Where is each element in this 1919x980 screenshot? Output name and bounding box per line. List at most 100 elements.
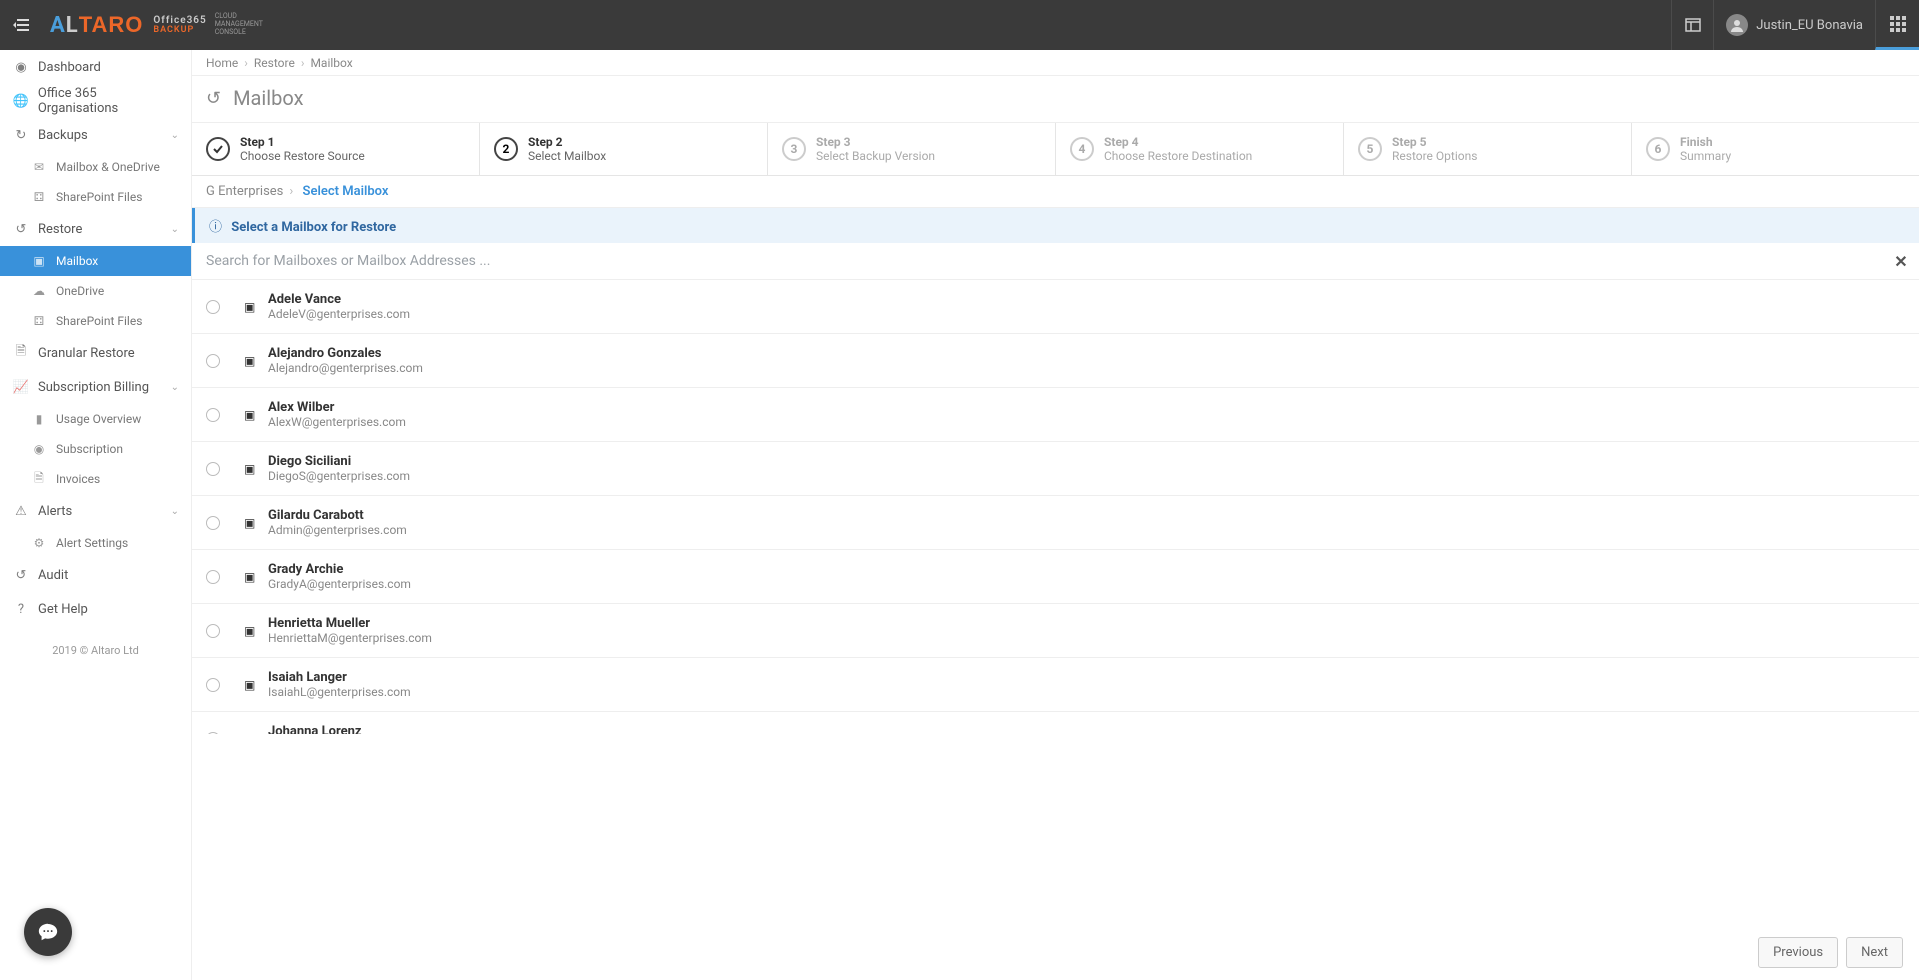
step-subtitle: Choose Restore Destination [1104, 149, 1252, 163]
sidebar-item-get-help[interactable]: ?Get Help [0, 592, 191, 626]
chevron-down-icon: ⌄ [171, 506, 179, 517]
step-subtitle: Select Mailbox [528, 149, 606, 163]
sidebar-item-label: Granular Restore [38, 346, 135, 361]
mailbox-name: Alejandro Gonzales [268, 346, 423, 361]
info-text: Select a Mailbox for Restore [231, 220, 396, 235]
sidebar-item-label: SharePoint Files [56, 190, 142, 204]
chat-button[interactable] [24, 908, 72, 956]
mailbox-row[interactable]: ▣Johanna LorenzJohannaL@genterprises.com [192, 712, 1919, 734]
mailbox-radio[interactable] [206, 354, 220, 368]
sidebar-item-dashboard[interactable]: ◉Dashboard [0, 50, 191, 84]
step-subtitle: Select Backup Version [816, 149, 935, 163]
user-menu[interactable]: Justin_EU Bonavia [1713, 0, 1875, 50]
step-2[interactable]: 2Step 2Select Mailbox [480, 123, 768, 175]
sidebar-item-usage-overview[interactable]: ▮Usage Overview [0, 404, 191, 434]
sidebar-item-backups[interactable]: ↻Backups⌄ [0, 118, 191, 152]
sidebar: ◉Dashboard🌐Office 365 Organisations↻Back… [0, 50, 192, 980]
sidebar-item-label: Subscription Billing [38, 380, 149, 395]
previous-button[interactable]: Previous [1758, 937, 1838, 968]
menu-toggle-button[interactable] [0, 0, 42, 50]
mailbox-row[interactable]: ▣Gilardu CarabottAdmin@genterprises.com [192, 496, 1919, 550]
sidebar-item-label: Audit [38, 568, 68, 583]
main-content: Home› Restore› Mailbox ↺ Mailbox Step 1C… [192, 50, 1919, 980]
crumb-home[interactable]: Home [206, 56, 238, 70]
sidebar-item-alerts[interactable]: ⚠Alerts⌄ [0, 494, 191, 528]
address-card-icon: ▣ [244, 678, 258, 692]
chevron-down-icon: ⌄ [171, 130, 179, 141]
mailbox-radio[interactable] [206, 462, 220, 476]
chevron-down-icon: ⌄ [171, 382, 179, 393]
mailbox-row[interactable]: ▣Grady ArchieGradyA@genterprises.com [192, 550, 1919, 604]
mailbox-email: Admin@genterprises.com [268, 523, 407, 537]
sub-current: Select Mailbox [303, 184, 389, 199]
sidebar-item-mailbox-onedrive[interactable]: ✉Mailbox & OneDrive [0, 152, 191, 182]
sidebar-item-label: Backups [38, 128, 88, 143]
apps-button[interactable] [1875, 0, 1919, 50]
search-clear-button[interactable]: ✕ [1883, 243, 1919, 279]
mailbox-email: Alejandro@genterprises.com [268, 361, 423, 375]
mailbox-row[interactable]: ▣Alejandro GonzalesAlejandro@genterprise… [192, 334, 1919, 388]
mailbox-name: Adele Vance [268, 292, 410, 307]
step-title: Step 4 [1104, 135, 1252, 149]
step-subtitle: Summary [1680, 149, 1731, 163]
sidebar-item-label: Subscription [56, 442, 123, 456]
mailbox-row[interactable]: ▣ Adele VanceAdeleV@genterprises.com [192, 280, 1919, 334]
step-subtitle: Choose Restore Source [240, 149, 365, 163]
mailbox-row[interactable]: ▣Isaiah LangerIsaiahL@genterprises.com [192, 658, 1919, 712]
sidebar-item-mailbox[interactable]: ▣Mailbox [0, 246, 191, 276]
sidebar-item-sharepoint-files[interactable]: ⚃SharePoint Files [0, 306, 191, 336]
undo-icon: ↺ [12, 222, 30, 237]
mailbox-list: ▣Adele VanceAdeleV@genterprises.com▣Alej… [192, 280, 1919, 734]
step-circle [206, 137, 230, 161]
sidebar-item-label: Office 365 Organisations [38, 86, 179, 116]
mailbox-email: AdeleV@genterprises.com [268, 307, 410, 321]
sidebar-item-subscription-billing[interactable]: 📈Subscription Billing⌄ [0, 370, 191, 404]
avatar [1726, 14, 1748, 36]
mailbox-radio[interactable] [206, 678, 220, 692]
chart-bar-icon: ▮ [30, 412, 48, 426]
info-banner: ⓘ Select a Mailbox for Restore [192, 208, 1919, 243]
page-title: Mailbox [233, 86, 303, 110]
apps-grid-icon [1890, 16, 1906, 32]
mailbox-row[interactable]: ▣Henrietta MuellerHenriettaM@genterprise… [192, 604, 1919, 658]
crumb-restore[interactable]: Restore [254, 56, 295, 70]
mailbox-icon: ✉ [30, 160, 48, 174]
sidebar-item-audit[interactable]: ↺ Audit [0, 558, 191, 592]
step-5: 5Step 5Restore Options [1344, 123, 1632, 175]
mailbox-row[interactable]: ▣Alex WilberAlexW@genterprises.com [192, 388, 1919, 442]
step-1[interactable]: Step 1Choose Restore Source [192, 123, 480, 175]
mailbox-email: HenriettaM@genterprises.com [268, 631, 432, 645]
mailbox-radio[interactable] [206, 624, 220, 638]
sidebar-item-invoices[interactable]: 🗎Invoices [0, 464, 191, 494]
next-button[interactable]: Next [1846, 937, 1903, 968]
address-card-icon: ▣ [244, 300, 258, 314]
sidebar-item-label: Get Help [38, 602, 88, 617]
gear-icon: ⚙ [30, 536, 48, 550]
undo-icon: ↺ [12, 568, 30, 583]
layout-button[interactable] [1671, 0, 1713, 50]
chevron-down-icon: ⌄ [171, 224, 179, 235]
sidebar-item-label: SharePoint Files [56, 314, 142, 328]
sidebar-item-subscription[interactable]: ◉Subscription [0, 434, 191, 464]
step-circle: 6 [1646, 137, 1670, 161]
org-name[interactable]: G Enterprises [206, 184, 283, 199]
logo: ALTARO Office365BACKUP CLOUDMANAGEMENTCO… [42, 0, 271, 50]
mailbox-radio[interactable] [206, 570, 220, 584]
sidebar-item-sharepoint-files[interactable]: ⚃SharePoint Files [0, 182, 191, 212]
mailbox-row[interactable]: ▣Diego SicilianiDiegoS@genterprises.com [192, 442, 1919, 496]
mailbox-name: Henrietta Mueller [268, 616, 432, 631]
search-input[interactable] [192, 243, 1883, 279]
sidebar-item-alert-settings[interactable]: ⚙Alert Settings [0, 528, 191, 558]
sidebar-item-restore[interactable]: ↺Restore⌄ [0, 212, 191, 246]
step-title: Step 1 [240, 135, 365, 149]
crumb-current: Mailbox [310, 56, 352, 70]
mailbox-radio[interactable] [206, 732, 220, 735]
step-circle: 5 [1358, 137, 1382, 161]
sidebar-item-onedrive[interactable]: ☁OneDrive [0, 276, 191, 306]
sidebar-item-office-365-organisations[interactable]: 🌐Office 365 Organisations [0, 84, 191, 118]
mailbox-radio[interactable] [206, 300, 220, 314]
step-4: 4Step 4Choose Restore Destination [1056, 123, 1344, 175]
mailbox-radio[interactable] [206, 516, 220, 530]
sidebar-item-granular-restore[interactable]: 🗎Granular Restore [0, 336, 191, 370]
mailbox-radio[interactable] [206, 408, 220, 422]
